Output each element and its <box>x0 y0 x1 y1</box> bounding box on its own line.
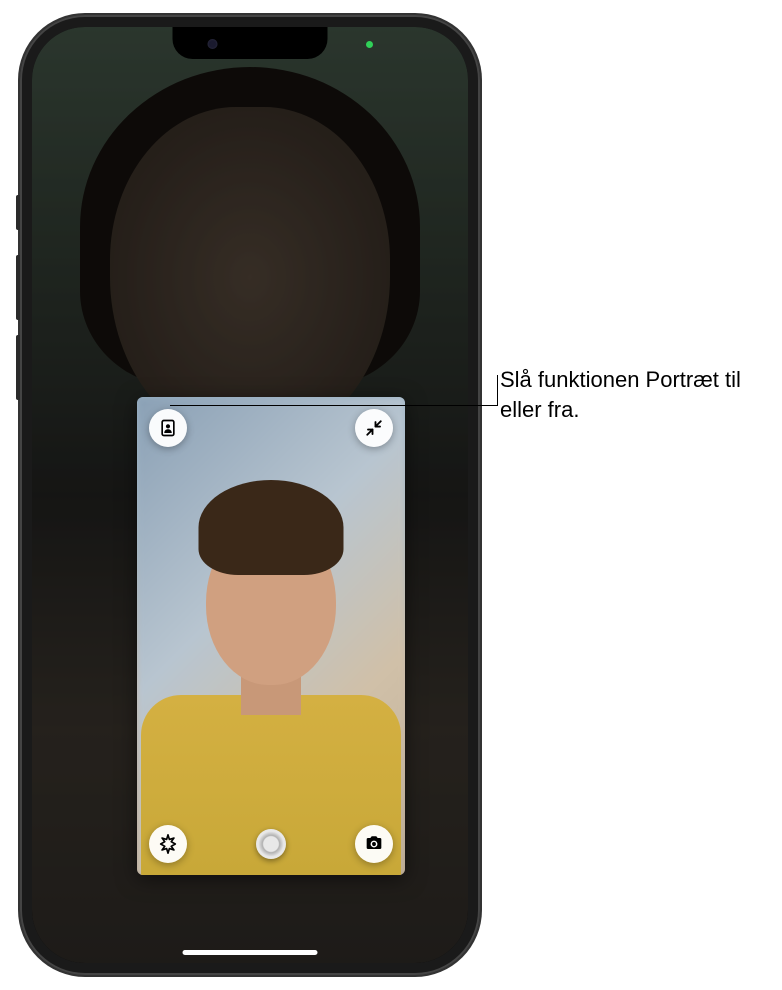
portrait-mode-button[interactable] <box>149 409 187 447</box>
portrait-mode-icon <box>158 418 178 438</box>
minimize-tile-button[interactable] <box>355 409 393 447</box>
callout-leader-line <box>170 405 498 406</box>
front-camera-dot <box>208 39 218 49</box>
remote-caller-graphic <box>110 107 390 447</box>
home-indicator[interactable] <box>183 950 318 955</box>
flip-camera-icon <box>363 833 385 855</box>
effects-button[interactable] <box>149 825 187 863</box>
flip-camera-button[interactable] <box>355 825 393 863</box>
annotation-callout: Slå funktionen Portræt til eller fra. <box>500 365 770 424</box>
effects-icon <box>157 833 179 855</box>
self-view-tile[interactable] <box>137 397 405 875</box>
notch <box>173 27 328 59</box>
iphone-device-frame <box>20 15 480 975</box>
capture-button[interactable] <box>256 829 286 859</box>
callout-text: Slå funktionen Portræt til eller fra. <box>500 365 770 424</box>
self-view-person-graphic <box>141 515 401 875</box>
iphone-screen <box>32 27 468 963</box>
camera-in-use-indicator <box>366 41 373 48</box>
minimize-icon <box>365 419 383 437</box>
